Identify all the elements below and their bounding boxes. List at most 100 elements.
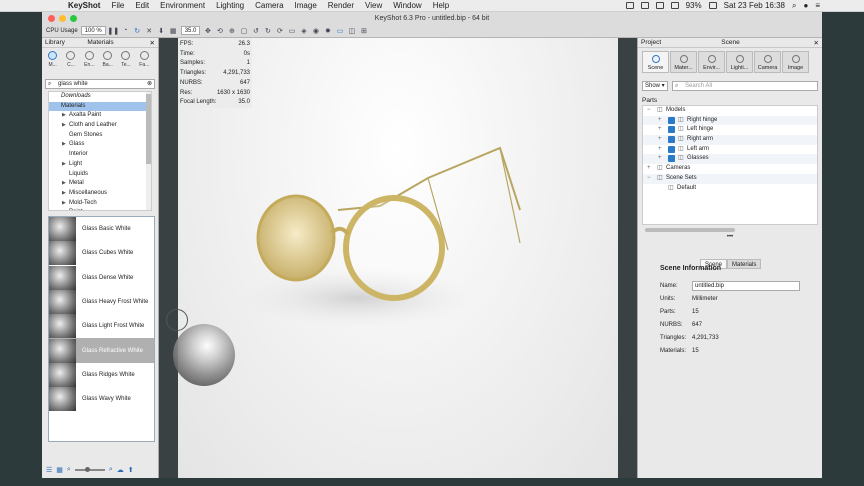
material-thumbnail[interactable]: Glass Ridges White	[49, 362, 154, 387]
expand-icon[interactable]: +	[658, 145, 662, 155]
material-thumbnail[interactable]: Glass Cubes White	[49, 241, 154, 266]
library-tree-item[interactable]: ▶ Axalta Paint	[49, 111, 151, 121]
library-tree-scrollbar[interactable]	[146, 92, 151, 210]
material-icon[interactable]: ◉	[311, 27, 320, 35]
zoom-out-icon[interactable]: ⌕	[67, 466, 71, 474]
visibility-checkbox[interactable]	[668, 116, 675, 124]
library-tree-item[interactable]: Interior	[49, 150, 151, 160]
collapse-icon[interactable]: −	[647, 174, 651, 184]
siri-icon[interactable]: ●	[803, 1, 808, 10]
upload-icon[interactable]: ⬆	[128, 466, 134, 474]
camera-icon[interactable]: ⟳	[275, 27, 284, 35]
collapse-icon[interactable]: −	[647, 106, 651, 116]
shield-icon[interactable]: ◈	[299, 27, 308, 35]
tab-favorites[interactable]: Fa...	[137, 51, 152, 73]
frame-icon[interactable]: ▭	[287, 27, 296, 35]
move-icon[interactable]: ✥	[203, 27, 212, 35]
expand-icon[interactable]: +	[647, 164, 651, 174]
redo-icon[interactable]: ↻	[263, 27, 272, 35]
scene-tree-item[interactable]: + ◫ Left hinge	[643, 125, 817, 135]
project-tab[interactable]: Scene	[642, 51, 669, 73]
expand-arrow-icon[interactable]: ▶	[62, 179, 66, 189]
expand-arrow-icon[interactable]: ▶	[62, 111, 66, 121]
battery-percent[interactable]: 93%	[686, 1, 702, 10]
scene-name-input[interactable]: untitled.bip	[692, 280, 800, 291]
material-thumbnail[interactable]: Glass Refractive White	[49, 338, 154, 363]
fit-icon[interactable]: ✕	[145, 27, 154, 35]
expand-arrow-icon[interactable]: ▶	[62, 208, 66, 210]
project-tab[interactable]: Lighti...	[726, 51, 753, 73]
menu-lighting[interactable]: Lighting	[216, 1, 244, 10]
library-tree-item[interactable]: ▶ Metal	[49, 179, 151, 189]
material-thumbnail[interactable]: Glass Wavy White	[49, 387, 154, 412]
scene-tree-item[interactable]: + ◫ Cameras	[643, 164, 817, 174]
project-tab[interactable]: Envir...	[698, 51, 725, 73]
performance-icon[interactable]: ◔	[121, 27, 130, 35]
volume-icon[interactable]	[670, 2, 679, 9]
material-thumbnail[interactable]: Glass Light Frost White	[49, 314, 154, 339]
scene-tree-item[interactable]: − ◫ Models	[643, 106, 817, 116]
menu-file[interactable]: File	[111, 1, 124, 10]
render-icon[interactable]: ◫	[347, 27, 356, 35]
splitter-handle[interactable]: •••	[638, 234, 822, 240]
battery-icon[interactable]	[708, 2, 717, 9]
notification-icon[interactable]: ≡	[815, 1, 820, 10]
refresh-icon[interactable]: ↻	[133, 27, 142, 35]
library-tree-item[interactable]: ▶Paint	[49, 208, 151, 210]
scene-tree-item[interactable]: + ◫ Glasses	[643, 154, 817, 165]
material-thumbnail[interactable]: Glass Dense White	[49, 265, 154, 290]
settings-icon[interactable]: ⊞	[359, 27, 368, 35]
scene-tree-scrollbar[interactable]	[645, 228, 735, 232]
library-tree-item[interactable]: Liquids	[49, 170, 151, 180]
record-icon[interactable]	[625, 2, 634, 9]
tab-materials[interactable]: M...	[45, 51, 60, 73]
lock-icon[interactable]: ▢	[239, 27, 248, 35]
visibility-checkbox[interactable]	[668, 126, 675, 134]
cpu-usage-select[interactable]: 100 %	[80, 26, 106, 35]
menu-edit[interactable]: Edit	[135, 1, 149, 10]
expand-icon[interactable]: +	[658, 135, 662, 145]
clock[interactable]: Sat 23 Feb 16:38	[724, 1, 785, 10]
library-tree-item[interactable]: ▶ Mold-Tech	[49, 199, 151, 209]
menu-view[interactable]: View	[365, 1, 382, 10]
expand-arrow-icon[interactable]: ▶	[62, 160, 66, 170]
menu-environment[interactable]: Environment	[160, 1, 205, 10]
library-tree-item[interactable]: Materials	[49, 101, 151, 112]
library-tree-item[interactable]: Gem Stones	[49, 131, 151, 141]
project-tab[interactable]: Mater...	[670, 51, 697, 73]
cloud-icon[interactable]: ☁	[117, 466, 124, 474]
expand-arrow-icon[interactable]: ▶	[62, 199, 66, 209]
menu-window[interactable]: Window	[393, 1, 421, 10]
material-thumbnail[interactable]: Glass Basic White	[49, 217, 154, 242]
menu-help[interactable]: Help	[433, 1, 449, 10]
thumbnail-size-slider[interactable]	[74, 467, 105, 472]
show-dropdown[interactable]: Show ▾	[642, 81, 668, 91]
search-icon[interactable]: ⌕	[792, 1, 796, 11]
scene-tree-item[interactable]: + ◫ Right arm	[643, 135, 817, 145]
pause-icon[interactable]: ❚❚	[107, 27, 119, 35]
visibility-checkbox[interactable]	[668, 155, 675, 163]
visibility-checkbox[interactable]	[668, 136, 675, 144]
library-tree-item[interactable]: Downloads	[49, 92, 151, 102]
project-tab[interactable]: Camera	[754, 51, 781, 73]
menu-image[interactable]: Image	[295, 1, 317, 10]
library-tree-item[interactable]: ▶ Glass	[49, 140, 151, 150]
scene-tree-item[interactable]: + ◫ Right hinge	[643, 115, 817, 126]
expand-arrow-icon[interactable]: ▶	[62, 189, 66, 199]
rotate-icon[interactable]: ⟲	[215, 27, 224, 35]
wifi-icon[interactable]	[655, 2, 664, 9]
menu-app[interactable]: KeyShot	[68, 1, 100, 10]
expand-arrow-icon[interactable]: ▶	[62, 140, 66, 150]
undo-icon[interactable]: ↺	[251, 27, 260, 35]
scene-tree-item[interactable]: ◫ Default	[643, 184, 817, 194]
clear-search-icon[interactable]: ⊗	[147, 80, 152, 89]
zoom-in-icon[interactable]: ⌕	[109, 466, 113, 474]
scene-tree-item[interactable]: + ◫ Left arm	[643, 145, 817, 155]
visibility-checkbox[interactable]	[668, 145, 675, 153]
expand-icon[interactable]: +	[658, 125, 662, 135]
library-tree-item[interactable]: ▶ Miscellaneous	[49, 189, 151, 199]
tab-textures[interactable]: Te...	[118, 51, 133, 73]
expand-arrow-icon[interactable]: ▶	[62, 121, 66, 131]
import-icon[interactable]: ⬇	[157, 27, 166, 35]
library-tree-item[interactable]: ▶ Cloth and Leather	[49, 121, 151, 131]
